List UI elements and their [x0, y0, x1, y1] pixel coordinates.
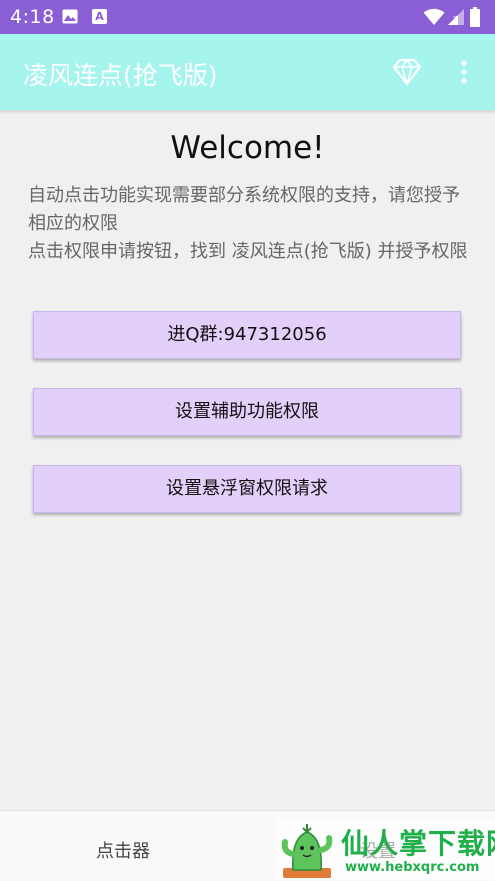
watermark-title: 仙人掌下载网 [341, 827, 495, 860]
a-icon: A [92, 9, 107, 24]
svg-text:x: x [453, 14, 457, 22]
battery-icon [470, 7, 480, 27]
floating-window-permission-button[interactable]: 设置悬浮窗权限请求 [33, 465, 461, 513]
qq-group-button[interactable]: 进Q群:947312056 [33, 311, 461, 359]
watermark: 仙人掌下载网 www.hebxqrc.com [275, 818, 495, 880]
intro-text: 自动点击功能实现需要部分系统权限的支持，请您授予相应的权限 点击权限申请按钮，找… [28, 182, 468, 266]
nav-item-clicker[interactable]: 点击器 [96, 837, 150, 863]
image-icon [62, 9, 78, 24]
intro-line-1: 自动点击功能实现需要部分系统权限的支持，请您授予相应的权限 [28, 185, 460, 234]
more-vertical-icon[interactable] [456, 58, 472, 86]
status-time: 4:18 [10, 6, 55, 28]
cactus-logo-icon [281, 824, 333, 878]
signal-icon: x [448, 9, 464, 25]
app-bar: 凌风连点(抢飞版) [0, 34, 495, 110]
welcome-title: Welcome! [170, 130, 325, 166]
status-bar: 4:18 A x [0, 0, 495, 34]
accessibility-permission-button[interactable]: 设置辅助功能权限 [33, 388, 461, 436]
app-title: 凌风连点(抢飞版) [23, 61, 218, 90]
wifi-icon [423, 8, 445, 25]
watermark-url: www.hebxqrc.com [345, 860, 480, 875]
intro-line-2: 点击权限申请按钮，找到 凌风连点(抢飞版) 并授予权限 [28, 241, 468, 262]
diamond-icon[interactable] [392, 58, 422, 86]
